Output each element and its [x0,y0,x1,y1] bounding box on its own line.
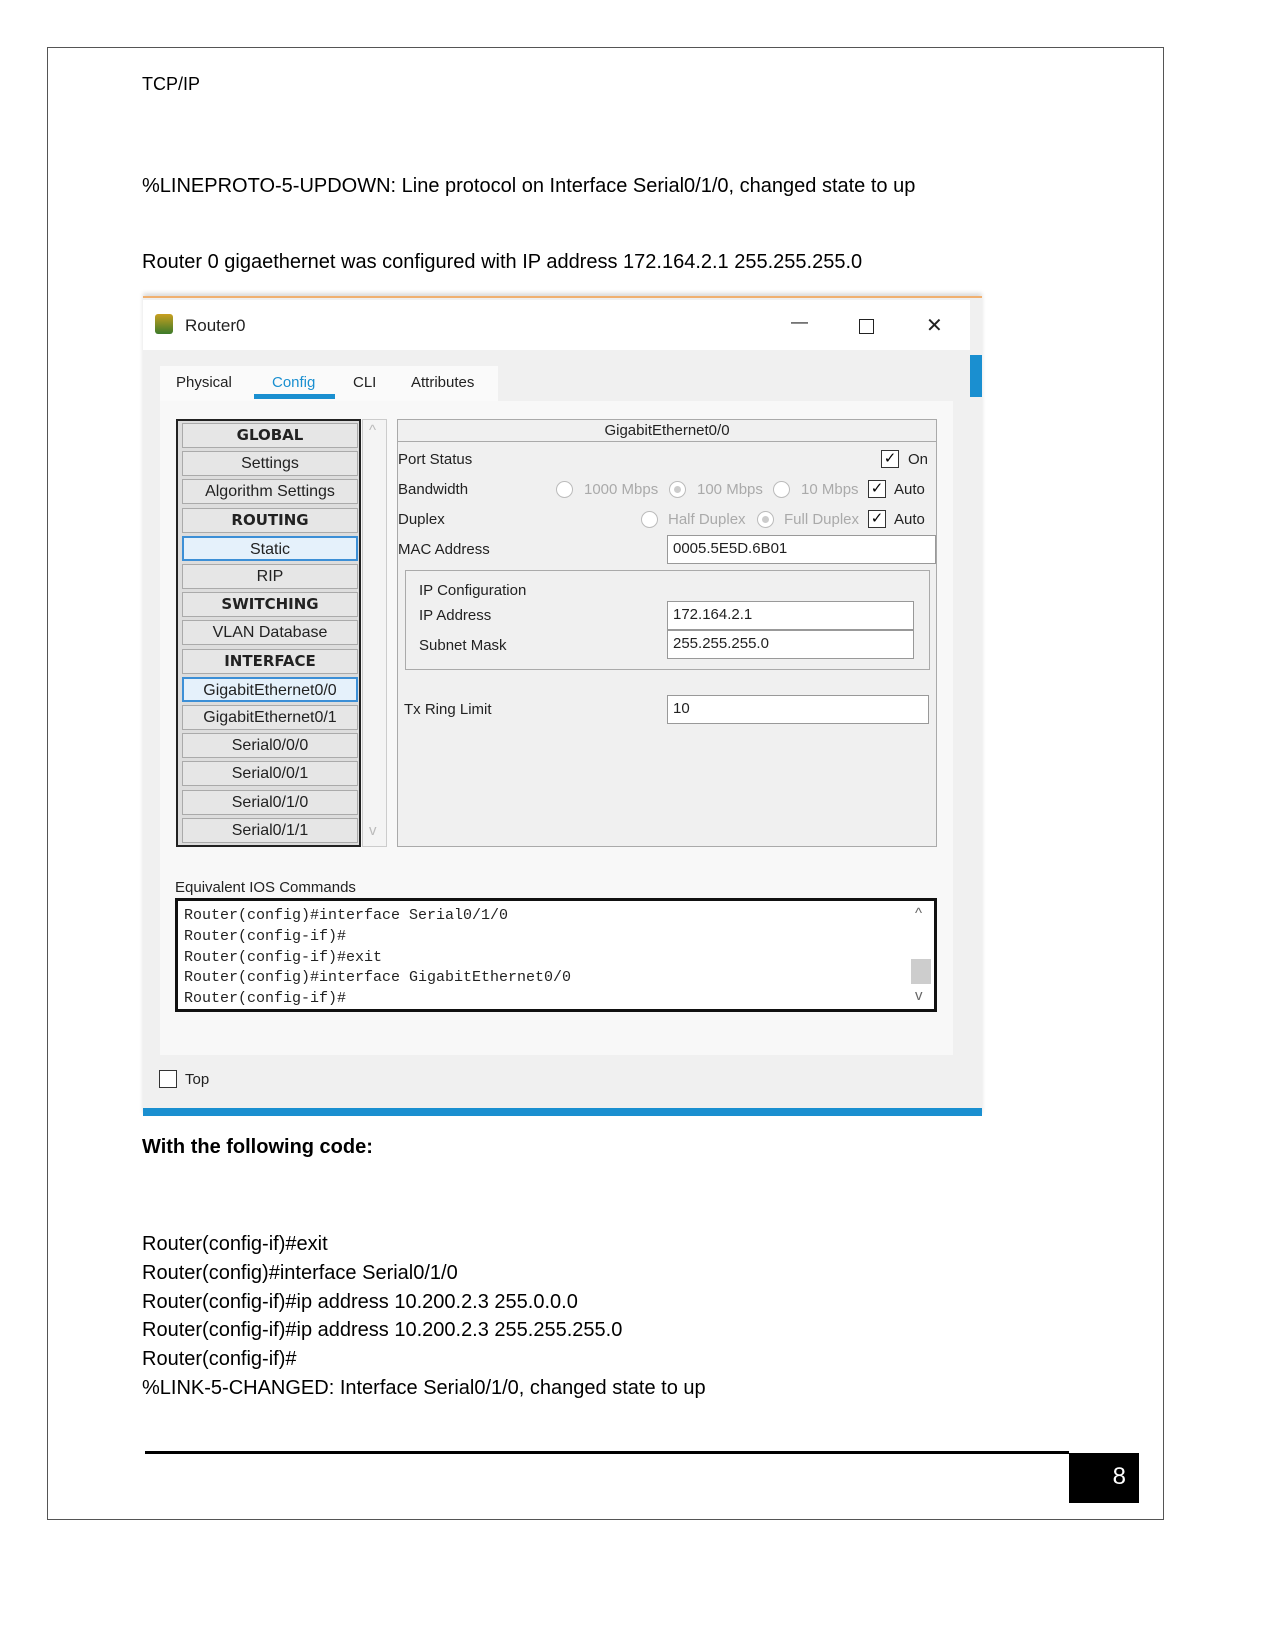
mac-label: MAC Address [398,541,490,558]
nav-item[interactable]: Serial0/0/0 [182,733,358,759]
nav-item[interactable]: RIP [182,564,358,589]
nav-item[interactable]: Serial0/0/1 [182,761,358,787]
half-duplex-radio[interactable] [641,511,658,528]
code-heading: With the following code: [142,1136,373,1158]
top-label: Top [185,1071,210,1088]
tab-physical[interactable]: Physical [176,374,232,391]
bw-10-radio[interactable] [773,481,790,498]
duplex-auto-label: Auto [894,511,925,528]
bw-100-radio[interactable] [669,481,686,498]
subnet-mask-field[interactable]: 255.255.255.0 [667,630,914,659]
ios-scroll-up-icon[interactable]: ^ [915,905,922,922]
interface-panel: GigabitEthernet0/0 Port Status ✓ On Band… [397,419,937,847]
config-nav-list: GLOBAL Settings Algorithm Settings ROUTING S… [176,419,361,847]
ip-address-field[interactable]: 172.164.2.1 [667,601,914,630]
port-status-label: Port Status [398,451,473,468]
full-duplex-label: Full Duplex [784,511,860,528]
page-number: 8 [1069,1453,1139,1503]
intro-line: Router 0 gigaethernet was configured wit… [142,251,863,273]
tab-config[interactable]: Config [272,374,315,391]
ios-line: Router(config)#interface GigabitEthernet… [184,969,572,987]
minimize-button[interactable]: — [791,312,808,332]
scroll-up-icon[interactable]: ^ [369,422,376,439]
nav-item[interactable]: GigabitEthernet0/0 [182,676,358,702]
duplex-label: Duplex [398,511,445,528]
nav-section-header[interactable]: GLOBAL [182,423,358,448]
title-bar: Router0 — ✕ [143,300,970,350]
scroll-down-icon[interactable]: v [369,822,377,839]
code-line: Router(config-if)# [142,1348,297,1371]
nav-item[interactable]: Serial0/1/0 [182,789,358,815]
code-line: Router(config-if)#ip address 10.200.2.3 … [142,1319,623,1342]
code-line: Router(config-if)#ip address 10.200.2.3 … [142,1290,578,1313]
ios-commands-label: Equivalent IOS Commands [175,879,356,896]
bw-auto-label: Auto [894,481,925,498]
code-line: %LINK-5-CHANGED: Interface Serial0/1/0, … [142,1376,706,1399]
nav-section-header[interactable]: INTERFACE [182,648,358,674]
router-app-icon [155,314,173,334]
subnet-mask-label: Subnet Mask [419,637,507,654]
nav-section-header[interactable]: SWITCHING [182,592,358,618]
bw-10-label: 10 Mbps [801,481,859,498]
nav-item[interactable]: GigabitEthernet0/1 [182,705,358,730]
code-block: Router(config-if)#exit Router(config)#in… [142,1230,706,1403]
nav-item[interactable]: Settings [182,451,358,477]
window-title: Router0 [185,316,246,335]
footer-rule [145,1451,1069,1454]
page-header: TCP/IP [142,74,201,94]
bottom-accent [143,1108,982,1116]
code-line: Router(config-if)#exit [142,1233,328,1255]
half-duplex-label: Half Duplex [668,511,746,528]
close-button[interactable]: ✕ [926,313,943,338]
tx-ring-limit-field[interactable]: 10 [667,695,929,724]
active-tab-indicator [254,394,335,399]
ios-scroll-down-icon[interactable]: v [915,987,923,1004]
nav-scrollbar[interactable]: ^ v [362,419,387,847]
ip-config-group: IP Configuration IP Address 172.164.2.1 … [405,570,930,670]
maximize-button[interactable] [859,319,874,334]
nav-item[interactable]: Serial0/1/1 [182,817,358,843]
tab-strip: Physical Config CLI Attributes [160,366,498,401]
nav-item[interactable]: Algorithm Settings [182,479,358,505]
tx-ring-limit-label: Tx Ring Limit [404,701,492,718]
nav-item[interactable]: Static [182,535,358,561]
bw-1000-label: 1000 Mbps [584,481,659,498]
bandwidth-label: Bandwidth [398,481,469,498]
ios-scroll-thumb[interactable] [911,959,931,984]
full-duplex-radio[interactable] [757,511,774,528]
duplex-auto-checkbox[interactable]: ✓ [868,510,886,528]
top-checkbox[interactable] [159,1070,177,1088]
ios-line: Router(config-if)# [184,927,347,945]
nav-item[interactable]: VLAN Database [182,620,358,646]
mac-address-field[interactable]: 0005.5E5D.6B01 [667,535,936,564]
ip-address-label: IP Address [419,607,492,624]
bw-100-label: 100 Mbps [697,481,763,498]
bw-auto-checkbox[interactable]: ✓ [868,480,886,498]
port-on-label: On [908,451,929,468]
router-window: Router0 — ✕ Physical Config CLI Attribut… [143,296,982,1116]
ios-line: Router(config-if)# [184,990,347,1008]
intro-line: %LINEPROTO-5-UPDOWN: Line protocol on In… [142,175,916,197]
nav-section-header[interactable]: ROUTING [182,507,358,533]
ios-line: Router(config)#interface Serial0/1/0 [184,907,509,924]
background-accent [970,355,982,397]
bw-1000-radio[interactable] [556,481,573,498]
panel-title: GigabitEthernet0/0 [398,420,936,442]
code-line: Router(config)#interface Serial0/1/0 [142,1261,458,1284]
tab-attributes[interactable]: Attributes [411,374,474,391]
ip-config-label: IP Configuration [419,582,527,599]
ios-line: Router(config-if)#exit [184,948,383,966]
config-panel: GLOBAL Settings Algorithm Settings ROUTING S… [160,401,953,1055]
ios-commands-box[interactable]: Router(config)#interface Serial0/1/0 Rou… [175,898,937,1012]
tab-cli[interactable]: CLI [353,374,376,391]
port-on-checkbox[interactable]: ✓ [881,450,899,468]
